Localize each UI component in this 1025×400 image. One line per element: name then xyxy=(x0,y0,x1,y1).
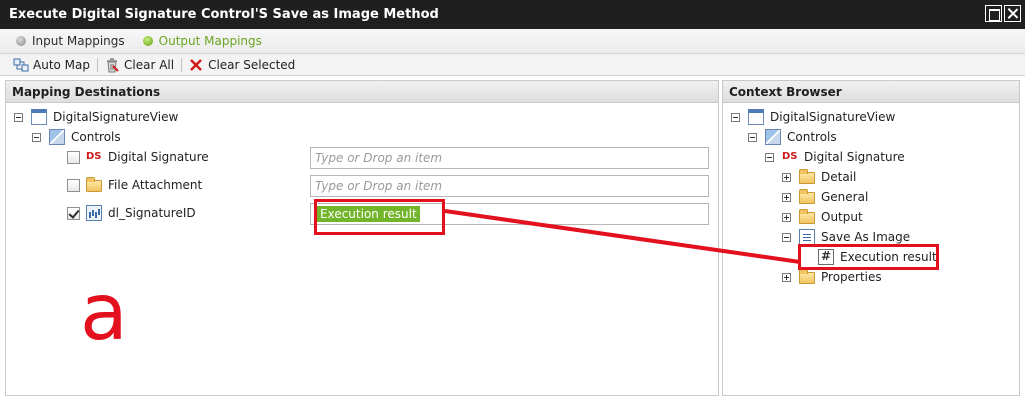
expand-icon[interactable] xyxy=(782,172,791,182)
collapse-icon[interactable] xyxy=(782,232,791,242)
tree-node-label: Save As Image xyxy=(821,230,911,244)
toolbar-divider xyxy=(97,57,98,72)
close-icon[interactable] xyxy=(1004,5,1021,22)
collapse-icon[interactable] xyxy=(14,112,23,122)
tab-input-mappings[interactable]: Input Mappings xyxy=(16,34,125,48)
tab-label: Output Mappings xyxy=(158,34,262,48)
context-node-general[interactable]: General xyxy=(782,188,868,206)
tree-node-label: DigitalSignatureView xyxy=(53,110,179,124)
tree-node-label: Output xyxy=(821,210,863,224)
mapping-row-file-attachment[interactable]: File Attachment xyxy=(67,176,202,194)
folder-icon xyxy=(799,269,815,284)
data-label-icon xyxy=(86,205,102,221)
expand-icon[interactable] xyxy=(782,272,791,282)
clear-selected-button[interactable]: Clear Selected xyxy=(188,57,295,73)
folder-open-icon xyxy=(86,177,102,192)
collapse-icon[interactable] xyxy=(748,132,757,142)
tree-node-label: Controls xyxy=(787,130,837,144)
row-checkbox-checked[interactable] xyxy=(67,206,80,220)
digital-signature-drop-field[interactable]: Type or Drop an item xyxy=(310,147,709,169)
tab-label: Input Mappings xyxy=(32,34,125,48)
row-checkbox[interactable] xyxy=(67,178,80,192)
controls-icon xyxy=(765,129,781,145)
tree-node-controls[interactable]: Controls xyxy=(32,128,121,146)
mapping-row-digital-signature[interactable]: DS Digital Signature xyxy=(67,148,209,166)
file-attachment-drop-field[interactable]: Type or Drop an item xyxy=(310,175,709,197)
tree-node-label: Properties xyxy=(821,270,882,284)
annotation-box-context xyxy=(798,244,939,270)
mapping-tabs: Input Mappings Output Mappings xyxy=(0,29,1025,54)
controls-icon xyxy=(49,129,65,145)
trash-icon xyxy=(104,57,120,73)
context-node-properties[interactable]: Properties xyxy=(782,268,882,286)
tree-node-label: Digital Signature xyxy=(804,150,905,164)
view-icon xyxy=(748,109,764,125)
folder-icon xyxy=(799,169,815,184)
maximize-icon[interactable] xyxy=(985,5,1002,22)
tree-node-label: Digital Signature xyxy=(108,150,209,164)
view-icon xyxy=(31,109,47,125)
mapping-row-signature-id[interactable]: dl_SignatureID xyxy=(67,204,196,222)
context-node-digital-signature[interactable]: DS Digital Signature xyxy=(765,148,905,166)
panel-header: Mapping Destinations xyxy=(6,81,718,103)
tree-node-view[interactable]: DigitalSignatureView xyxy=(14,108,178,126)
ds-badge-icon: DS xyxy=(86,151,102,162)
tree-node-label: DigitalSignatureView xyxy=(770,110,896,124)
toolbar-divider xyxy=(181,57,183,72)
tree-node-label: Controls xyxy=(71,130,121,144)
ds-badge-icon: DS xyxy=(782,151,798,162)
collapse-icon[interactable] xyxy=(731,112,740,122)
window-title: Execute Digital Signature Control'S Save… xyxy=(9,7,439,22)
auto-map-label: Auto Map xyxy=(33,57,90,72)
radio-dot-icon xyxy=(142,36,153,46)
clear-selected-label: Clear Selected xyxy=(208,57,296,72)
folder-icon xyxy=(799,189,815,204)
radio-dot-icon xyxy=(16,36,26,46)
expand-icon[interactable] xyxy=(782,212,791,222)
window-controls xyxy=(985,5,1021,22)
folder-icon xyxy=(799,209,815,224)
tab-output-mappings[interactable]: Output Mappings xyxy=(142,34,262,48)
context-node-detail[interactable]: Detail xyxy=(782,168,856,186)
row-checkbox[interactable] xyxy=(67,150,80,164)
clear-all-button[interactable]: Clear All xyxy=(104,57,174,73)
auto-map-button[interactable]: Auto Map xyxy=(13,57,90,73)
expand-icon[interactable] xyxy=(782,192,791,202)
tree-node-label: General xyxy=(821,190,869,204)
annotation-box-mapping xyxy=(314,199,445,235)
context-node-output[interactable]: Output xyxy=(782,208,863,226)
annotation-letter: a xyxy=(80,268,128,358)
tree-node-label: dl_SignatureID xyxy=(108,206,196,220)
clear-all-label: Clear All xyxy=(124,57,175,72)
tree-node-label: File Attachment xyxy=(108,178,203,192)
panel-header: Context Browser xyxy=(723,81,1019,103)
collapse-icon[interactable] xyxy=(32,132,41,142)
tree-node-label: Detail xyxy=(821,170,857,184)
context-node-controls[interactable]: Controls xyxy=(748,128,837,146)
window-titlebar: Execute Digital Signature Control'S Save… xyxy=(0,0,1025,29)
red-x-icon xyxy=(188,57,204,73)
collapse-icon[interactable] xyxy=(765,152,774,162)
toolbar: Auto Map Clear All Clear Selected xyxy=(0,54,1025,76)
context-node-view[interactable]: DigitalSignatureView xyxy=(731,108,895,126)
method-icon xyxy=(799,229,815,245)
auto-map-icon xyxy=(13,57,29,73)
